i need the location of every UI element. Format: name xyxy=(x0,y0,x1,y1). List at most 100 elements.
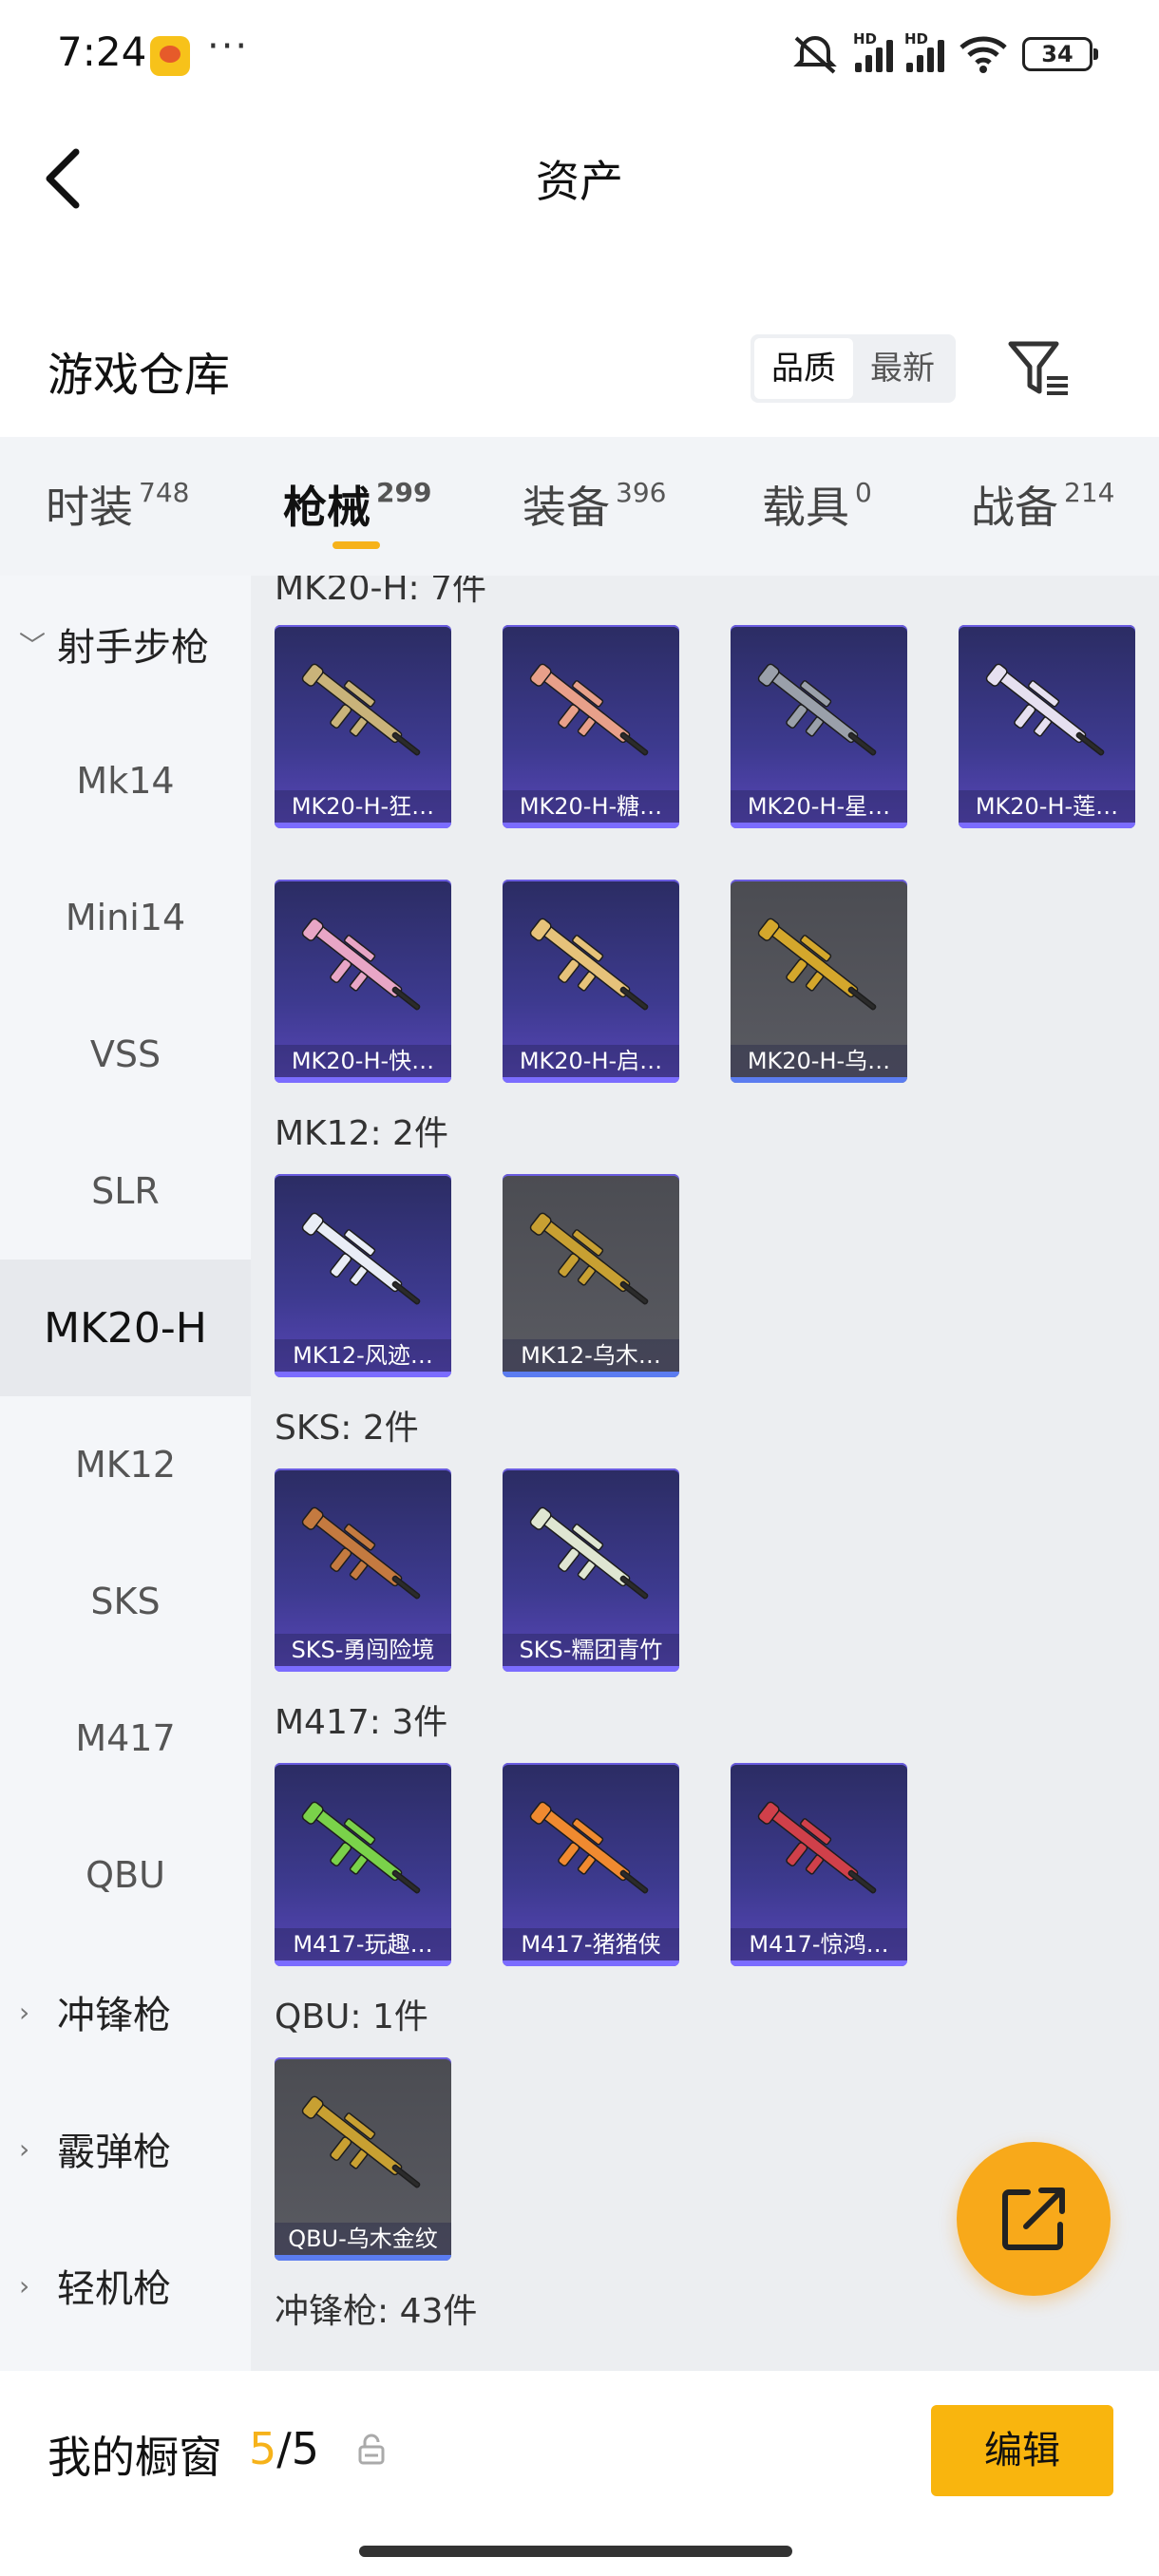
sidebar-item-m417[interactable]: M417 xyxy=(0,1670,251,1807)
rarity-stripe xyxy=(503,1666,679,1672)
showcase-count: 5/5 xyxy=(249,2423,320,2474)
weapon-name: SKS-糯团青竹 xyxy=(503,1634,679,1666)
weapon-image-icon xyxy=(529,1801,649,1894)
mute-icon xyxy=(793,36,837,74)
chevron-right-icon: › xyxy=(19,2132,30,2165)
weapon-card[interactable]: QBU-乌木金纹 xyxy=(275,2057,451,2261)
section-label-m417: M417: 3件 xyxy=(275,1703,448,1742)
showcase-label: 我的橱窗 xyxy=(48,2432,222,2483)
active-tab-indicator xyxy=(332,541,380,549)
sidebar-item-mk12[interactable]: MK12 xyxy=(0,1396,251,1533)
weapon-card[interactable]: MK20-H-糖… xyxy=(503,625,679,828)
weapon-image-icon xyxy=(529,663,649,756)
tab-firearms[interactable]: 枪械 299 xyxy=(283,473,431,536)
weapon-card[interactable]: M417-惊鸿… xyxy=(731,1763,907,1966)
sidebar-item-mini14[interactable]: Mini14 xyxy=(0,849,251,986)
chevron-right-icon: › xyxy=(19,2269,30,2301)
weapon-name: MK20-H-狂… xyxy=(275,790,451,823)
weapon-card[interactable]: MK12-乌木… xyxy=(503,1174,679,1377)
weapon-type-sidebar: ﹀ 射手步枪 Mk14 Mini14 VSS SLR MK20-H MK12 SK… xyxy=(0,576,251,2371)
weapon-name: MK12-乌木… xyxy=(503,1339,679,1372)
status-bar: 7:24 ··· HD HD 34 xyxy=(0,0,1159,114)
weapon-image-icon xyxy=(757,918,877,1011)
weapon-card[interactable]: M417-玩趣… xyxy=(275,1763,451,1966)
sidebar-group-lmg[interactable]: › 轻机枪 xyxy=(0,2217,251,2354)
weapon-card[interactable]: MK20-H-星… xyxy=(731,625,907,828)
weapon-image-icon xyxy=(985,663,1105,756)
tab-count: 0 xyxy=(855,477,872,508)
weapon-image-icon xyxy=(301,1801,421,1894)
weapon-image-icon xyxy=(301,1212,421,1305)
tab-vehicles[interactable]: 载具 0 xyxy=(762,473,872,536)
sidebar-item-sks[interactable]: SKS xyxy=(0,1533,251,1670)
rarity-stripe xyxy=(503,1960,679,1966)
share-fab-button[interactable] xyxy=(957,2142,1111,2296)
chevron-right-icon: › xyxy=(19,1996,30,2028)
sidebar-group-marksman-rifle[interactable]: ﹀ 射手步枪 xyxy=(0,576,251,712)
rarity-stripe xyxy=(275,1666,451,1672)
weapon-image-icon xyxy=(301,918,421,1011)
weapon-card[interactable]: MK20-H-乌… xyxy=(731,880,907,1083)
weapon-name: M417-惊鸿… xyxy=(731,1928,907,1960)
rarity-stripe xyxy=(503,1077,679,1083)
tab-supplies[interactable]: 战备 214 xyxy=(971,473,1114,536)
edit-button[interactable]: 编辑 xyxy=(931,2405,1113,2496)
weapon-image-icon xyxy=(757,1801,877,1894)
sidebar-item-vss[interactable]: VSS xyxy=(0,986,251,1123)
tab-equipment[interactable]: 装备 396 xyxy=(522,473,666,536)
rarity-stripe xyxy=(275,1372,451,1377)
weapon-card[interactable]: MK20-H-莲… xyxy=(959,625,1135,828)
rarity-stripe xyxy=(275,1960,451,1966)
page-title: 资产 xyxy=(536,156,623,207)
tab-count: 214 xyxy=(1064,477,1115,508)
weapon-grid: MK20-H: 7件 MK20-H-狂… MK20-H-糖… MK20-H-星…… xyxy=(251,576,1159,2371)
weapon-card[interactable]: MK20-H-启… xyxy=(503,880,679,1083)
section-label-sks: SKS: 2件 xyxy=(275,1409,419,1448)
sidebar-item-mk14[interactable]: Mk14 xyxy=(0,712,251,849)
rarity-stripe xyxy=(503,1372,679,1377)
weapon-name: MK20-H-乌… xyxy=(731,1045,907,1077)
weapon-card[interactable]: M417-猪猪侠 xyxy=(503,1763,679,1966)
tab-fashion[interactable]: 时装 748 xyxy=(46,473,189,536)
sidebar-item-mk20h[interactable]: MK20-H xyxy=(0,1260,251,1396)
weapon-card[interactable]: MK20-H-狂… xyxy=(275,625,451,828)
external-link-icon xyxy=(1002,2188,1065,2250)
status-time: 7:24 xyxy=(57,28,147,75)
weapon-name: MK12-风迹… xyxy=(275,1339,451,1372)
section-label-mk12: MK12: 2件 xyxy=(275,1114,448,1153)
sort-toggle: 品质 最新 xyxy=(750,334,956,403)
weapon-image-icon xyxy=(301,1506,421,1600)
section-label-mk20h: MK20-H: 7件 xyxy=(275,576,487,608)
signal-icon: HD xyxy=(853,30,893,72)
weapon-card[interactable]: SKS-糯团青竹 xyxy=(503,1468,679,1672)
weapon-card[interactable]: MK12-风迹… xyxy=(275,1174,451,1377)
section-label-qbu: QBU: 1件 xyxy=(275,1998,428,2036)
sidebar-item-slr[interactable]: SLR xyxy=(0,1123,251,1260)
weapon-name: MK20-H-糖… xyxy=(503,790,679,823)
rarity-stripe xyxy=(731,1077,907,1083)
sort-newest-button[interactable]: 最新 xyxy=(853,338,952,399)
rarity-stripe xyxy=(959,823,1135,828)
sidebar-group-shotgun[interactable]: › 霰弹枪 xyxy=(0,2080,251,2217)
filter-button[interactable] xyxy=(1005,338,1072,401)
sort-quality-button[interactable]: 品质 xyxy=(754,338,853,399)
sidebar-group-smg[interactable]: › 冲锋枪 xyxy=(0,1943,251,2080)
rarity-stripe xyxy=(275,823,451,828)
weapon-name: MK20-H-星… xyxy=(731,790,907,823)
weapon-image-icon xyxy=(529,918,649,1011)
weapon-name: MK20-H-快… xyxy=(275,1045,451,1077)
rarity-stripe xyxy=(731,823,907,828)
weapon-name: QBU-乌木金纹 xyxy=(275,2223,451,2255)
wifi-icon xyxy=(960,36,1007,73)
weapon-image-icon xyxy=(757,663,877,756)
weapon-card[interactable]: MK20-H-快… xyxy=(275,880,451,1083)
weapon-image-icon xyxy=(529,1506,649,1600)
chevron-down-icon: ﹀ xyxy=(19,630,47,661)
weapon-name: MK20-H-启… xyxy=(503,1045,679,1077)
weapon-name: SKS-勇闯险境 xyxy=(275,1634,451,1666)
weapon-card[interactable]: SKS-勇闯险境 xyxy=(275,1468,451,1672)
lock-icon xyxy=(358,2434,385,2465)
home-indicator[interactable] xyxy=(359,2546,792,2557)
sidebar-item-qbu[interactable]: QBU xyxy=(0,1807,251,1943)
status-icons: HD HD 34 xyxy=(788,30,1098,76)
